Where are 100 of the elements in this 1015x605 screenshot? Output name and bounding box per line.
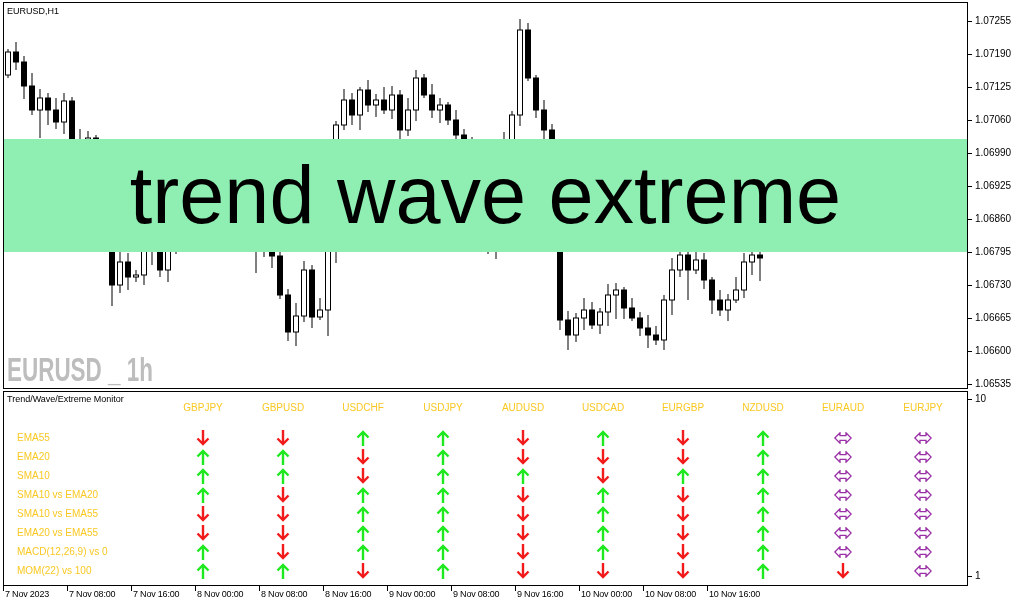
arrow-up-icon	[356, 543, 370, 560]
price-label: 1.06990	[975, 146, 1012, 160]
chart-overlay-label: EURUSD _ 1h	[7, 354, 153, 384]
arrow-up-icon	[436, 543, 450, 560]
symbol-header: GBPUSD	[261, 402, 305, 414]
double-arrow-icon	[914, 545, 932, 558]
arrow-up-icon	[756, 543, 770, 560]
indicator-scale-label: 1	[975, 569, 981, 583]
arrow-up-icon	[596, 543, 610, 560]
arrow-up-icon	[196, 486, 210, 503]
double-arrow-icon	[834, 507, 852, 520]
time-label: 8 Nov 16:00	[324, 588, 372, 600]
indicator-label: SMA10	[17, 469, 50, 482]
arrow-down-icon	[276, 524, 290, 541]
arrow-down-icon	[676, 524, 690, 541]
arrow-up-icon	[196, 543, 210, 560]
indicator-label: EMA55	[17, 431, 50, 444]
double-arrow-icon	[914, 488, 932, 501]
arrow-up-icon	[516, 467, 530, 484]
arrow-down-icon	[596, 448, 610, 465]
double-arrow-icon	[834, 450, 852, 463]
arrow-up-icon	[356, 486, 370, 503]
arrow-down-icon	[516, 448, 530, 465]
price-label: 1.07255	[975, 14, 1012, 28]
arrow-down-icon	[516, 524, 530, 541]
price-label: 1.07125	[975, 80, 1012, 94]
price-label: 1.06535	[975, 377, 1012, 391]
price-label: 1.07190	[975, 47, 1012, 61]
arrow-down-icon	[276, 429, 290, 446]
double-arrow-icon	[914, 564, 932, 577]
symbol-header: EURJPY	[903, 402, 943, 414]
arrow-up-icon	[436, 505, 450, 522]
arrow-down-icon	[196, 524, 210, 541]
arrow-up-icon	[436, 486, 450, 503]
indicator-label: EMA20 vs EMA55	[17, 526, 99, 539]
arrow-up-icon	[196, 448, 210, 465]
arrow-down-icon	[516, 505, 530, 522]
price-label: 1.07060	[975, 113, 1012, 127]
arrow-up-icon	[196, 562, 210, 579]
arrow-down-icon	[516, 429, 530, 446]
arrow-up-icon	[596, 505, 610, 522]
time-label: 8 Nov 08:00	[260, 588, 308, 600]
indicator-title: Trend/Wave/Extreme Monitor	[6, 393, 124, 405]
arrow-up-icon	[756, 448, 770, 465]
price-label: 1.06925	[975, 179, 1012, 193]
arrow-up-icon	[756, 429, 770, 446]
arrow-up-icon	[276, 467, 290, 484]
double-arrow-icon	[914, 526, 932, 539]
double-arrow-icon	[914, 431, 932, 444]
time-label: 10 Nov 16:00	[708, 588, 761, 600]
arrow-down-icon	[596, 562, 610, 579]
indicator-label: SMA10 vs EMA20	[17, 488, 99, 501]
arrow-down-icon	[676, 429, 690, 446]
arrow-up-icon	[196, 467, 210, 484]
double-arrow-icon	[834, 488, 852, 501]
arrow-down-icon	[596, 467, 610, 484]
indicator-label: EMA20	[17, 450, 50, 463]
arrow-down-icon	[676, 448, 690, 465]
symbol-header: GBPJPY	[183, 402, 223, 414]
arrow-up-icon	[756, 524, 770, 541]
arrow-up-icon	[276, 562, 290, 579]
indicator-label: MOM(22) vs 100	[17, 564, 92, 577]
symbol-header: AUDUSD	[501, 402, 545, 414]
arrow-up-icon	[676, 467, 690, 484]
arrow-up-icon	[596, 486, 610, 503]
arrow-down-icon	[516, 562, 530, 579]
arrow-up-icon	[436, 448, 450, 465]
double-arrow-icon	[914, 469, 932, 482]
time-label: 9 Nov 00:00	[388, 588, 436, 600]
arrow-up-icon	[756, 467, 770, 484]
price-label: 1.06600	[975, 344, 1012, 358]
arrow-down-icon	[676, 505, 690, 522]
symbol-header: USDCAD	[581, 402, 625, 414]
chart-symbol-label: EURUSD,H1	[7, 6, 59, 17]
arrow-down-icon	[356, 448, 370, 465]
arrow-up-icon	[436, 429, 450, 446]
price-label: 1.06795	[975, 245, 1012, 259]
symbol-header: USDJPY	[423, 402, 463, 414]
indicator-label: SMA10 vs EMA55	[17, 507, 99, 520]
price-label: 1.06730	[975, 278, 1012, 292]
time-label: 10 Nov 08:00	[644, 588, 697, 600]
arrow-down-icon	[516, 543, 530, 560]
arrow-down-icon	[196, 505, 210, 522]
double-arrow-icon	[834, 545, 852, 558]
price-label: 1.06860	[975, 212, 1012, 226]
time-label: 8 Nov 00:00	[196, 588, 244, 600]
symbol-header: EURAUD	[821, 402, 865, 414]
time-label: 9 Nov 08:00	[452, 588, 500, 600]
time-label: 7 Nov 2023	[4, 588, 50, 600]
arrow-up-icon	[596, 429, 610, 446]
double-arrow-icon	[914, 507, 932, 520]
arrow-up-icon	[756, 505, 770, 522]
symbol-header: USDCHF	[342, 402, 384, 414]
arrow-down-icon	[836, 562, 850, 579]
arrow-up-icon	[436, 562, 450, 579]
arrow-down-icon	[276, 543, 290, 560]
arrow-up-icon	[356, 505, 370, 522]
double-arrow-icon	[834, 469, 852, 482]
arrow-up-icon	[596, 524, 610, 541]
arrow-up-icon	[756, 562, 770, 579]
